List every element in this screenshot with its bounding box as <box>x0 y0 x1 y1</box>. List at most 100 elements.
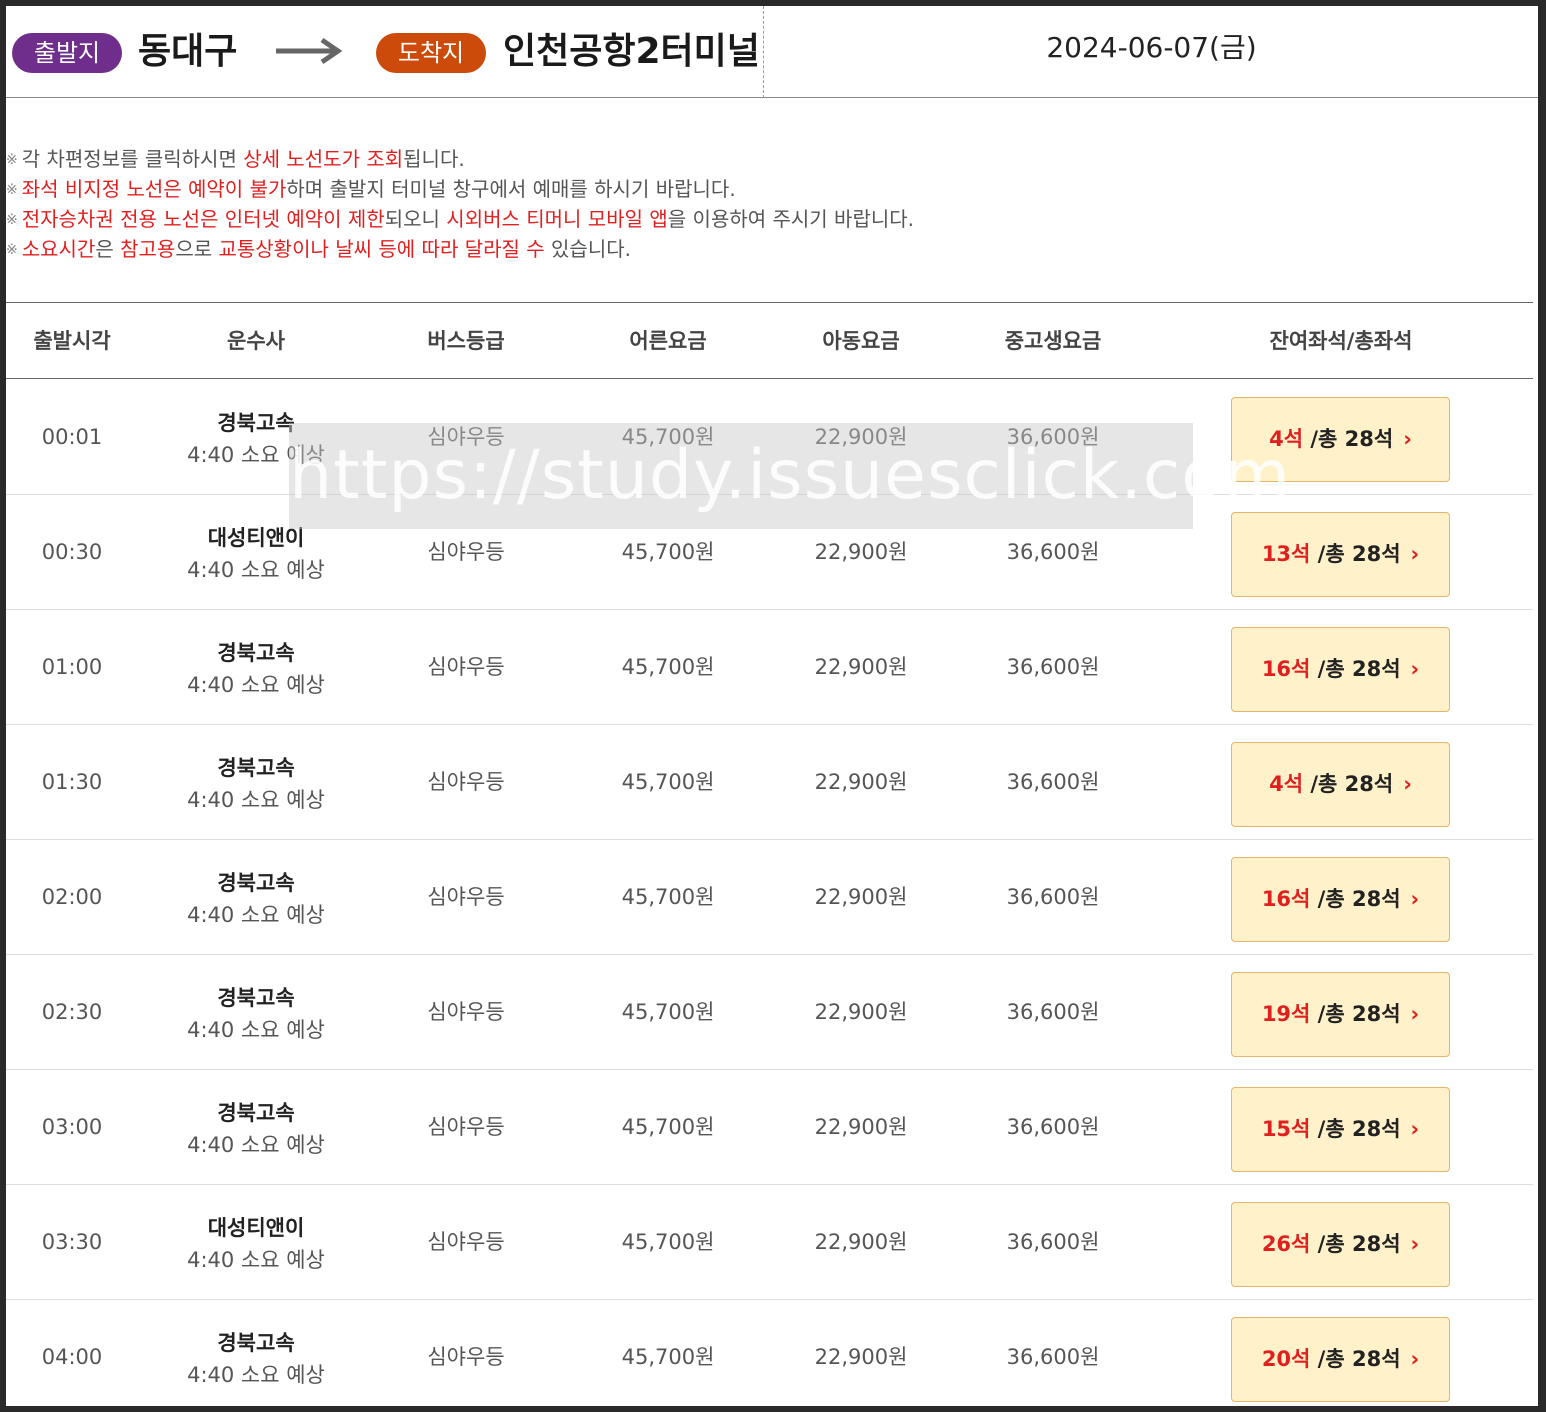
table-row[interactable]: 02:30 경북고속 4:40 소요 예상 심야우등 45,700원 22,900원 36,… <box>6 955 1533 1070</box>
available-seats: 26석 <box>1261 1232 1311 1256</box>
student-fare: 36,600원 <box>1006 655 1100 679</box>
notice-item: ※ 각 차편정보를 클릭하시면 상세 노선도가 조회됩니다. <box>6 146 1538 176</box>
departure-time: 04:00 <box>41 1345 103 1369</box>
chevron-right-icon: › <box>1410 887 1420 911</box>
adult-fare: 45,700원 <box>621 1115 715 1139</box>
estimated-duration: 4:40 소요 예상 <box>187 558 325 582</box>
departure-terminal: 동대구 <box>138 31 238 72</box>
departure-time: 02:30 <box>41 1000 103 1024</box>
available-seats: 16석 <box>1261 887 1311 911</box>
seat-select-button[interactable]: 19석 /총 28석 › <box>1231 972 1450 1057</box>
bus-grade: 심야우등 <box>427 1000 505 1024</box>
total-seats: /총 28석 <box>1310 1002 1401 1026</box>
bus-grade: 심야우등 <box>427 1115 505 1139</box>
table-row[interactable]: 03:30 대성티앤이 4:40 소요 예상 심야우등 45,700원 22,900원 36… <box>6 1185 1533 1300</box>
arrival-badge: 도착지 <box>376 33 486 73</box>
header-company: 운수사 <box>227 329 285 353</box>
seat-select-button[interactable]: 4석 /총 28석 › <box>1231 742 1450 827</box>
seat-select-button[interactable]: 26석 /총 28석 › <box>1231 1202 1450 1287</box>
seat-select-button[interactable]: 13석 /총 28석 › <box>1231 512 1450 597</box>
notice-text: 있습니다. <box>544 237 631 261</box>
table-row[interactable]: 02:00 경북고속 4:40 소요 예상 심야우등 45,700원 22,900원 36,… <box>6 840 1533 955</box>
page-frame: 출발지 동대구 도착지 인천공항2터미널 2024-06-07(금) ※ 각 차편… <box>6 6 1538 1406</box>
header-adult-fare: 어른요금 <box>629 329 707 353</box>
reference-mark-icon: ※ <box>6 182 18 198</box>
seat-select-button[interactable]: 16석 /총 28석 › <box>1231 627 1450 712</box>
chevron-right-icon: › <box>1410 1117 1420 1141</box>
notice-highlight: 상세 노선도가 조회 <box>243 147 404 171</box>
company-cell: 경북고속 4:40 소요 예상 <box>156 1328 356 1392</box>
schedule-table: 00:01 경북고속 4:40 소요 예상 심야우등 45,700원 22,900원 36,… <box>6 380 1533 1406</box>
company-name: 경북고속 <box>217 641 295 665</box>
available-seats: 16석 <box>1261 657 1311 681</box>
chevron-right-icon: › <box>1410 1347 1420 1371</box>
seat-select-button[interactable]: 20석 /총 28석 › <box>1231 1317 1450 1402</box>
available-seats: 20석 <box>1261 1347 1311 1371</box>
total-seats: /총 28석 <box>1310 1232 1401 1256</box>
bus-grade: 심야우등 <box>427 770 505 794</box>
company-cell: 대성티앤이 4:40 소요 예상 <box>156 1213 356 1277</box>
bus-grade: 심야우등 <box>427 1230 505 1254</box>
departure-time: 00:30 <box>41 540 103 564</box>
header-student-fare: 중고생요금 <box>1004 329 1102 353</box>
header-seats: 잔여좌석/총좌석 <box>1269 329 1413 353</box>
available-seats: 4석 <box>1269 772 1304 796</box>
adult-fare: 45,700원 <box>621 655 715 679</box>
table-row[interactable]: 01:30 경북고속 4:40 소요 예상 심야우등 45,700원 22,900원 36,… <box>6 725 1533 840</box>
company-cell: 경북고속 4:40 소요 예상 <box>156 638 356 702</box>
reference-mark-icon: ※ <box>6 212 18 228</box>
reference-mark-icon: ※ <box>6 152 18 168</box>
notice-item: ※ 전자승차권 전용 노선은 인터넷 예약이 제한되오니 시외버스 티머니 모바일… <box>6 206 1538 236</box>
reference-mark-icon: ※ <box>6 242 18 258</box>
total-seats: /총 28석 <box>1303 772 1394 796</box>
table-header: 출발시각 운수사 버스등급 어른요금 아동요금 중고생요금 잔여좌석/총좌석 <box>6 302 1533 379</box>
notice-text: 됩니다. <box>403 147 465 171</box>
estimated-duration: 4:40 소요 예상 <box>187 1248 325 1272</box>
departure-time: 03:30 <box>41 1230 103 1254</box>
student-fare: 36,600원 <box>1006 770 1100 794</box>
notice-highlight: 교통상황이나 날씨 등에 따라 달라질 수 <box>218 237 545 261</box>
child-fare: 22,900원 <box>814 770 908 794</box>
estimated-duration: 4:40 소요 예상 <box>187 903 325 927</box>
estimated-duration: 4:40 소요 예상 <box>187 1018 325 1042</box>
notice-text: 으로 <box>175 237 219 261</box>
estimated-duration: 4:40 소요 예상 <box>187 788 325 812</box>
table-row[interactable]: 03:00 경북고속 4:40 소요 예상 심야우등 45,700원 22,900원 36,… <box>6 1070 1533 1185</box>
seat-select-button[interactable]: 16석 /총 28석 › <box>1231 857 1450 942</box>
student-fare: 36,600원 <box>1006 885 1100 909</box>
company-name: 경북고속 <box>217 986 295 1010</box>
table-row[interactable]: 01:00 경북고속 4:40 소요 예상 심야우등 45,700원 22,900원 36,… <box>6 610 1533 725</box>
notice-highlight: 소요시간 <box>21 237 96 261</box>
departure-badge: 출발지 <box>12 33 122 73</box>
notice-text: 하며 출발지 터미널 창구에서 예매를 하시기 바랍니다. <box>286 177 736 201</box>
company-name: 경북고속 <box>217 1331 295 1355</box>
bus-grade: 심야우등 <box>427 885 505 909</box>
notice-item: ※ 좌석 비지정 노선은 예약이 불가하며 출발지 터미널 창구에서 예매를 하시… <box>6 176 1538 206</box>
chevron-right-icon: › <box>1403 427 1412 451</box>
notice-text: 각 차편정보를 클릭하시면 <box>21 147 244 171</box>
header-bus-grade: 버스등급 <box>427 329 505 353</box>
seat-select-button[interactable]: 15석 /총 28석 › <box>1231 1087 1450 1172</box>
adult-fare: 45,700원 <box>621 1345 715 1369</box>
student-fare: 36,600원 <box>1006 1115 1100 1139</box>
child-fare: 22,900원 <box>814 885 908 909</box>
notice-item: ※ 소요시간은 참고용으로 교통상황이나 날씨 등에 따라 달라질 수 있습니다. <box>6 236 1538 266</box>
notice-text: 을 이용하여 주시기 바랍니다. <box>667 207 915 231</box>
header-child-fare: 아동요금 <box>822 329 900 353</box>
available-seats: 15석 <box>1261 1117 1311 1141</box>
company-name: 경북고속 <box>217 756 295 780</box>
adult-fare: 45,700원 <box>621 885 715 909</box>
departure-time: 02:00 <box>41 885 103 909</box>
bus-grade: 심야우등 <box>427 1345 505 1369</box>
bus-grade: 심야우등 <box>427 655 505 679</box>
company-name: 경북고속 <box>217 1101 295 1125</box>
notice-highlight: 좌석 비지정 노선은 예약이 불가 <box>21 177 287 201</box>
company-cell: 경북고속 4:40 소요 예상 <box>156 983 356 1047</box>
notice-text: 되오니 <box>384 207 447 231</box>
company-cell: 경북고속 4:40 소요 예상 <box>156 1098 356 1162</box>
departure-time: 03:00 <box>41 1115 103 1139</box>
child-fare: 22,900원 <box>814 655 908 679</box>
company-cell: 경북고속 4:40 소요 예상 <box>156 753 356 817</box>
table-row[interactable]: 04:00 경북고속 4:40 소요 예상 심야우등 45,700원 22,900원 36,… <box>6 1300 1533 1406</box>
watermark: https://study.issuesclick.com <box>289 423 1290 529</box>
